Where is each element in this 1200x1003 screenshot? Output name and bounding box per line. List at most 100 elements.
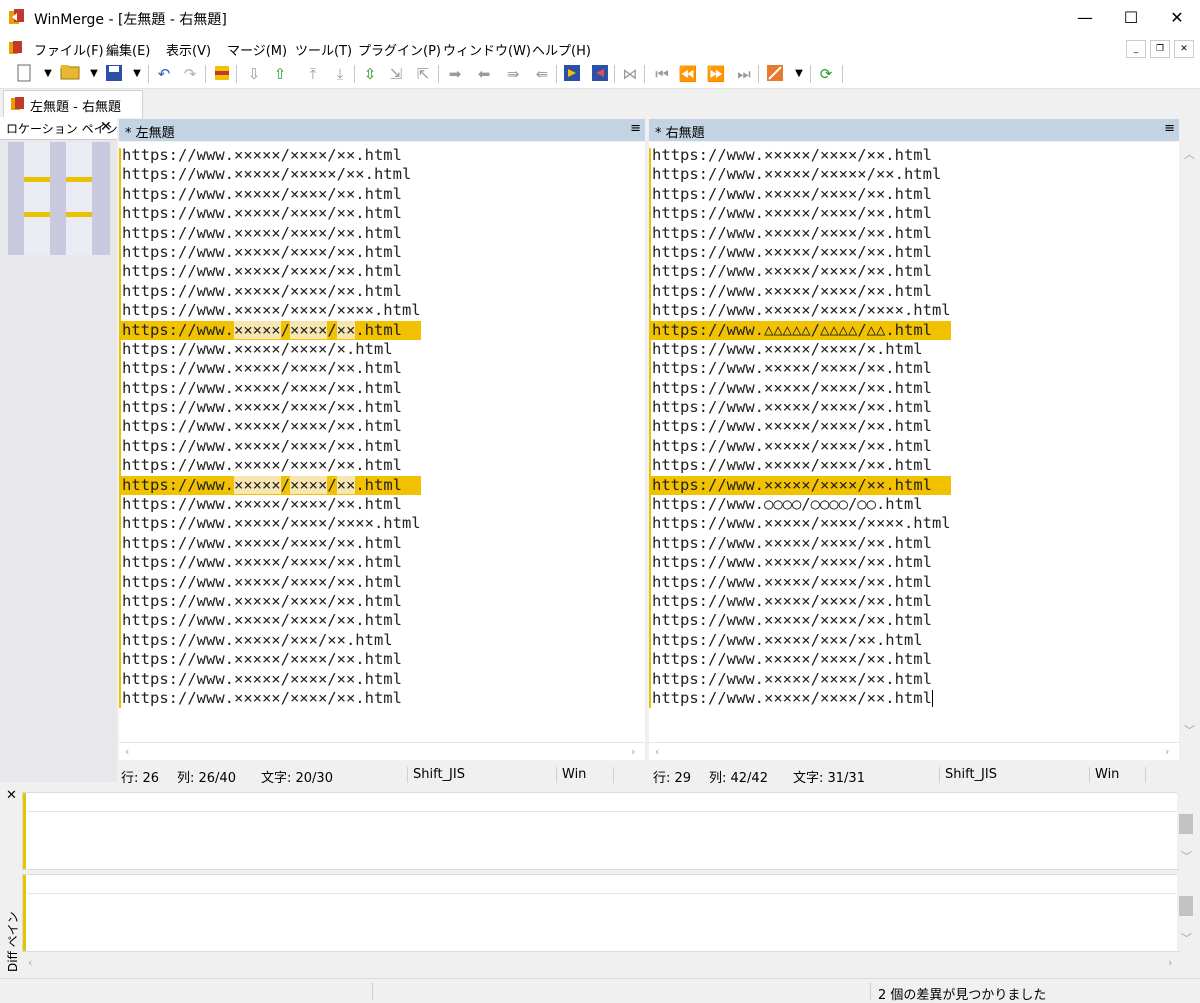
diff-pane: ✕ ﹀ ﹀ ‹ › [0, 788, 1200, 976]
location-diff-marker[interactable] [66, 212, 92, 217]
diff-pane-right-row-divider [27, 893, 1177, 894]
menu-tools[interactable]: ツール(T) [295, 40, 352, 59]
location-map[interactable] [8, 142, 110, 255]
current-diff-icon[interactable]: ⇳ [360, 64, 380, 84]
diff-pane-left[interactable] [22, 792, 1179, 870]
document-icon[interactable] [8, 40, 24, 56]
menu-merge[interactable]: マージ(M) [227, 40, 287, 59]
code-line: https://www.×××××/××××/××.html [652, 242, 932, 261]
diff-pane-right[interactable] [22, 874, 1179, 952]
left-horizontal-scrollbar[interactable]: ‹ › [119, 742, 645, 760]
right-editor[interactable]: https://www.×××××/××××/××.html https://ww… [649, 142, 1179, 742]
diff-pane-horizontal-scrollbar[interactable]: ‹ › [22, 954, 1177, 971]
next-diff-down-icon[interactable]: ⇩ [244, 64, 264, 84]
vertical-scrollbar[interactable]: ︿ ﹀ [1180, 142, 1198, 742]
tab-compare-document[interactable]: 左無題 - 右無題 [3, 90, 143, 118]
code-line: https://www.×××××/××××/××××.html [652, 514, 951, 533]
nav-next-icon[interactable]: ⏩ [706, 64, 726, 84]
left-editor[interactable]: https://www.×××××/××××/××.html https://ww… [119, 142, 645, 742]
copy-left-advance-icon[interactable]: ⇚ [532, 64, 552, 84]
copy-to-right-icon[interactable]: ➡ [445, 64, 465, 84]
code-line: https://www.×××××/×××××/××.html [652, 165, 942, 184]
code-line: https://www.×××××/××××/××.html [121, 320, 421, 340]
scroll-right-arrow-icon[interactable]: › [631, 745, 635, 758]
winmerge-app-icon [8, 8, 26, 26]
menu-window[interactable]: ウィンドウ(W) [443, 40, 531, 59]
next-conflict-icon[interactable]: ⇲ [386, 64, 406, 84]
open-folder-icon[interactable] [60, 64, 80, 84]
title-bar: WinMerge - [左無題 - 右無題] — ☐ ✕ [0, 0, 1200, 36]
save-dropdown-arrow-icon[interactable]: ▼ [127, 64, 147, 84]
left-pane-header: * 左無題 ≡ [119, 119, 645, 141]
select-diff-icon[interactable] [212, 64, 232, 84]
refresh-icon[interactable]: ⟳ [816, 64, 836, 84]
location-diff-marker[interactable] [66, 177, 92, 182]
location-map-left-column [24, 142, 50, 255]
merge-icon[interactable]: ⋈ [620, 64, 640, 84]
copy-all-left-icon[interactable] [590, 64, 610, 84]
prev-conflict-icon[interactable]: ⇱ [413, 64, 433, 84]
scroll-left-arrow-icon[interactable]: ‹ [655, 745, 659, 758]
redo-icon[interactable]: ↷ [180, 64, 200, 84]
scroll-right-arrow-icon[interactable]: › [1168, 956, 1172, 969]
menu-help[interactable]: ヘルプ(H) [532, 40, 591, 59]
options-icon[interactable] [765, 64, 785, 84]
mdi-minimize-icon[interactable]: _ [1126, 40, 1146, 58]
minimize-button[interactable]: — [1062, 0, 1108, 36]
scroll-down-arrow-icon[interactable]: ﹀ [1181, 930, 1192, 946]
last-diff-icon[interactable]: ⤓ [330, 64, 350, 84]
undo-icon[interactable]: ↶ [154, 64, 174, 84]
code-line: https://www.×××××/××××/××.html [122, 184, 402, 203]
nav-prev-icon[interactable]: ⏪ [678, 64, 698, 84]
left-pane-menu-icon[interactable]: ≡ [630, 121, 641, 136]
right-status-char: 文字: 31/31 [793, 771, 865, 786]
scroll-left-arrow-icon[interactable]: ‹ [125, 745, 129, 758]
nav-last-icon[interactable]: ⏭ [734, 64, 754, 84]
code-line: https://www.×××××/××××/××.html [122, 611, 402, 630]
location-pane-close-icon[interactable]: ✕ [100, 119, 112, 135]
nav-first-icon[interactable]: ⏮ [652, 64, 672, 84]
prev-diff-up-icon[interactable]: ⇧ [270, 64, 290, 84]
menu-plugins[interactable]: プラグイン(P) [358, 40, 441, 59]
code-line: https://www.×××××/××××/××.html [652, 359, 932, 378]
scroll-right-arrow-icon[interactable]: › [1165, 745, 1169, 758]
scroll-up-arrow-icon[interactable]: ︿ [1184, 146, 1195, 162]
close-button[interactable]: ✕ [1154, 0, 1200, 36]
location-pane: ロケーション ペイン ✕ [0, 117, 118, 782]
diff-scroll-thumb[interactable] [1179, 896, 1193, 916]
main-status-bar: 2 個の差異が見つかりました [0, 978, 1200, 1003]
mdi-close-icon[interactable]: ✕ [1174, 40, 1194, 58]
diff-scroll-thumb[interactable] [1179, 814, 1193, 834]
code-line: https://www.×××××/××××/××.html [122, 359, 402, 378]
code-line: https://www.×××××/××××/××.html [122, 262, 402, 281]
diff-pane-left-edge [23, 793, 26, 869]
location-diff-marker[interactable] [24, 212, 50, 217]
save-icon[interactable] [104, 64, 124, 84]
copy-right-advance-icon[interactable]: ⇛ [503, 64, 523, 84]
new-document-icon[interactable] [14, 64, 34, 84]
open-dropdown-arrow-icon[interactable]: ▼ [84, 64, 104, 84]
scroll-down-arrow-icon[interactable]: ﹀ [1184, 722, 1195, 738]
options-dropdown-arrow-icon[interactable]: ▼ [789, 64, 809, 84]
scroll-left-arrow-icon[interactable]: ‹ [28, 956, 32, 969]
diff-pane-left-scrollbar[interactable]: ﹀ [1177, 792, 1195, 868]
menu-view[interactable]: 表示(V) [166, 40, 211, 59]
diff-pane-right-scrollbar[interactable]: ﹀ [1177, 874, 1195, 950]
code-line: https://www.×××××/××××/××.html [652, 398, 932, 417]
copy-to-left-icon[interactable]: ⬅ [474, 64, 494, 84]
new-dropdown-arrow-icon[interactable]: ▼ [38, 64, 58, 84]
right-horizontal-scrollbar[interactable]: ‹ › [649, 742, 1179, 760]
menu-file[interactable]: ファイル(F) [34, 40, 104, 59]
scroll-down-arrow-icon[interactable]: ﹀ [1181, 848, 1192, 864]
location-diff-marker[interactable] [24, 177, 50, 182]
first-diff-icon[interactable]: ⤒ [303, 64, 323, 84]
mdi-restore-icon[interactable]: ❐ [1150, 40, 1170, 58]
menu-edit[interactable]: 編集(E) [106, 40, 150, 59]
tab-document-icon [10, 96, 26, 112]
maximize-button[interactable]: ☐ [1108, 0, 1154, 36]
code-line: https://www.×××××/××××/××.html [652, 378, 932, 397]
copy-all-right-icon[interactable] [562, 64, 582, 84]
diff-pane-close-icon[interactable]: ✕ [6, 788, 17, 803]
right-pane-menu-icon[interactable]: ≡ [1164, 121, 1175, 136]
left-pane-title: * 左無題 [125, 126, 175, 141]
